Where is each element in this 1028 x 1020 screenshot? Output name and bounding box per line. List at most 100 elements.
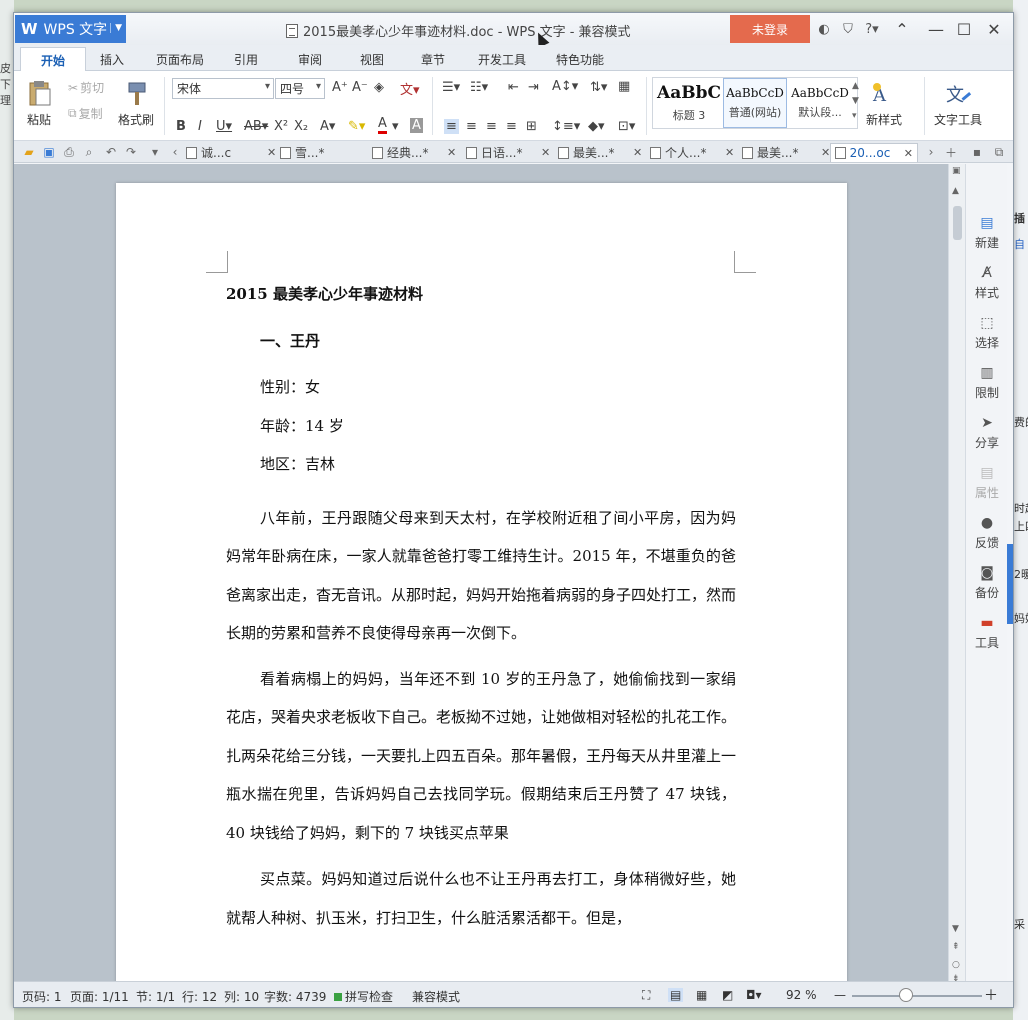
underline-icon[interactable]: U▾ [216, 119, 232, 134]
align-left-icon[interactable]: ≡ [444, 119, 459, 134]
browse-object-icon[interactable]: ○ [952, 960, 960, 970]
document-content[interactable]: 2015 最美孝心少年事迹材料 一、王丹 性别：女 年龄：14 岁 地区：吉林 … [226, 283, 736, 937]
doc-tab[interactable]: 经典...* ✕ [368, 143, 460, 162]
align-center-icon[interactable]: ≡ [466, 119, 477, 134]
status-word-count[interactable]: 字数: 4739 [264, 988, 326, 1005]
text-effect-icon[interactable]: A▾ [320, 119, 335, 134]
page-view-icon[interactable]: ▤ [668, 988, 684, 1002]
scroll-thumb[interactable] [953, 206, 962, 240]
close-icon[interactable]: ✕ [267, 146, 276, 159]
zoom-slider[interactable] [852, 995, 982, 997]
superscript-icon[interactable]: X² [274, 119, 288, 134]
doc-tab[interactable]: 最美...* ✕ [738, 143, 834, 162]
prev-page-icon[interactable]: ⇞ [952, 942, 960, 952]
bullet-list-icon[interactable]: ☰▾ [442, 80, 460, 95]
tab-insert[interactable]: 插入 [90, 49, 134, 70]
style-heading3[interactable]: AaBbC 标题 3 [657, 78, 721, 128]
decrease-indent-icon[interactable]: ⇤ [508, 80, 519, 95]
spell-check-button[interactable]: 拼写检查 [334, 988, 393, 1005]
web-view-icon[interactable]: ◩ [722, 988, 733, 1002]
help-icon[interactable]: ?▾ [862, 19, 882, 39]
clear-format-icon[interactable]: ◈ [374, 80, 384, 95]
minimize-button[interactable]: — [922, 17, 950, 41]
line-spacing-icon[interactable]: ↕≡▾ [552, 119, 580, 134]
redo-icon[interactable]: ↷ [124, 145, 138, 159]
window-mode-icon[interactable]: ⧉ [992, 145, 1006, 159]
scroll-down-icon[interactable]: ▼ [952, 924, 959, 934]
sort-icon[interactable]: ⇅▾ [590, 80, 607, 95]
close-icon[interactable]: ✕ [904, 147, 913, 160]
login-button[interactable]: 未登录 [730, 15, 810, 43]
vertical-scrollbar[interactable]: ▣ ▲ ▼ ⇞ ○ ⇟ [948, 164, 965, 984]
phonetic-guide-icon[interactable]: 文▾ [400, 79, 420, 98]
style-default-paragraph[interactable]: AaBbCcD 默认段... [789, 78, 851, 128]
zoom-out-icon[interactable]: — [834, 988, 846, 1002]
text-direction-icon[interactable]: A↕▾ [552, 79, 578, 94]
close-icon[interactable]: ✕ [447, 146, 456, 159]
paste-button[interactable]: 粘贴 [24, 79, 54, 128]
collapse-ribbon-icon[interactable]: ⌃ [888, 17, 916, 41]
tab-page-layout[interactable]: 页面布局 [146, 49, 214, 70]
justify-icon[interactable]: ≡ [506, 119, 517, 134]
new-style-button[interactable]: A 新样式 [866, 79, 902, 128]
tab-chapter[interactable]: 章节 [411, 49, 455, 70]
border-icon[interactable]: ⊡▾ [618, 119, 635, 134]
doc-tab[interactable]: 日语...* ✕ [462, 143, 554, 162]
panel-styles[interactable]: A̸ 样式 [966, 264, 1008, 301]
style-scroll-icon[interactable]: ▲ ▼ ▾ [852, 79, 859, 124]
tab-review[interactable]: 审阅 [288, 49, 332, 70]
zoom-slider-knob[interactable] [899, 988, 913, 1002]
panel-select[interactable]: ⬚ 选择 [966, 314, 1008, 351]
close-button[interactable]: ✕ [980, 17, 1008, 41]
fullscreen-icon[interactable]: ⛶ [642, 988, 650, 1003]
font-size-select[interactable]: 四号 [275, 78, 325, 99]
panel-tools[interactable]: ▬ 工具 [966, 614, 1008, 651]
shirt-icon[interactable]: ⛉ [838, 19, 858, 39]
close-icon[interactable]: ✕ [633, 146, 642, 159]
new-tab-icon[interactable]: ＋ [944, 145, 958, 160]
tab-home[interactable]: 开始 [20, 47, 87, 72]
highlight-icon[interactable]: ✎▾ [348, 119, 365, 134]
text-tools-button[interactable]: 文 文字工具 [934, 79, 982, 128]
panel-restrict[interactable]: ▥ 限制 [966, 364, 1008, 401]
increase-indent-icon[interactable]: ⇥ [528, 80, 539, 95]
reading-view-icon[interactable]: ◘▾ [746, 988, 762, 1002]
close-icon[interactable]: ✕ [541, 146, 550, 159]
grow-font-icon[interactable]: A⁺ [332, 80, 348, 95]
char-shading-icon[interactable]: A [410, 118, 423, 133]
panel-collapse-handle[interactable] [1007, 544, 1013, 624]
format-painter-button[interactable]: 格式刷 [118, 79, 154, 128]
print-preview-icon[interactable]: ⌕ [82, 145, 96, 159]
tab-scroll-left-icon[interactable]: ‹ [168, 145, 182, 159]
align-right-icon[interactable]: ≡ [486, 119, 497, 134]
panel-backup[interactable]: ◙ 备份 [966, 564, 1008, 601]
close-icon[interactable]: ✕ [725, 146, 734, 159]
document-area[interactable]: 2015 最美孝心少年事迹材料 一、王丹 性别：女 年龄：14 岁 地区：吉林 … [14, 164, 948, 981]
doc-tab[interactable]: 诚...c ✕ [182, 143, 280, 162]
tab-developer[interactable]: 开发工具 [468, 49, 536, 70]
doc-tab-active[interactable]: 20...oc ✕ [830, 143, 918, 162]
outline-view-icon[interactable]: ▦ [696, 988, 707, 1002]
print-icon[interactable]: ⎙ [62, 145, 76, 159]
panel-share[interactable]: ➤ 分享 [966, 414, 1008, 451]
zoom-in-icon[interactable]: ＋ [984, 985, 998, 1005]
distribute-icon[interactable]: ⊞ [526, 119, 537, 134]
app-menu-button[interactable]: W WPS 文字 ▼ [15, 15, 126, 43]
fill-color-icon[interactable]: ◆▾ [588, 119, 605, 134]
strikethrough-icon[interactable]: AB▾ [244, 119, 268, 134]
customize-icon[interactable]: ▾ [148, 145, 162, 159]
chevron-down-icon[interactable]: ▾ [392, 119, 399, 134]
panel-feedback[interactable]: ● 反馈 [966, 514, 1008, 551]
doc-tab[interactable]: 雪...* [276, 143, 355, 162]
shrink-font-icon[interactable]: A⁻ [352, 80, 368, 95]
table-border-icon[interactable]: ▦ [618, 79, 630, 94]
maximize-button[interactable]: ☐ [950, 17, 978, 41]
tab-scroll-right-icon[interactable]: › [924, 145, 938, 159]
tab-references[interactable]: 引用 [224, 49, 268, 70]
skin-icon[interactable]: ◐ [814, 19, 834, 39]
subscript-icon[interactable]: X₂ [294, 119, 308, 134]
panel-properties[interactable]: ▤ 属性 [966, 464, 1008, 501]
italic-icon[interactable]: I [198, 119, 202, 134]
ruler-toggle-icon[interactable]: ▣ [952, 166, 961, 176]
doc-tab[interactable]: 个人...* ✕ [646, 143, 738, 162]
